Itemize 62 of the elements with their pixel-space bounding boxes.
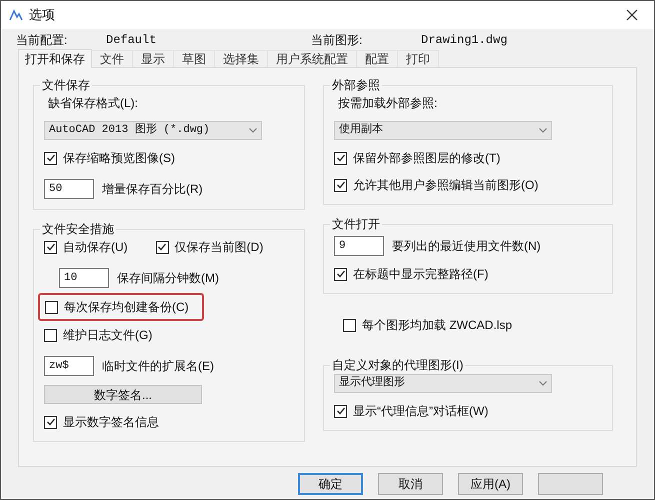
checkbox-label: 在标题中显示完整路径(F) (353, 266, 488, 283)
checkbox[interactable] (334, 178, 347, 192)
field-label: 临时文件的扩展名(E) (102, 358, 214, 375)
checkbox-label: 显示“代理信息”对话框(W) (353, 403, 488, 420)
group-title: 文件安全措施 (41, 221, 115, 238)
group-title: 外部参照 (331, 77, 381, 94)
input-field[interactable]: 10 (59, 268, 109, 288)
checkbox-label: 每次保存均创建备份(C) (64, 299, 189, 316)
checkbox-label: 保存缩略预览图像(S) (63, 150, 175, 167)
group-title: 文件保存 (41, 77, 91, 94)
drawing-label: 当前图形: (311, 32, 364, 49)
checkbox-label: 仅保存当前图(D) (174, 239, 264, 256)
checkbox-label: 允许其他用户参照编辑当前图形(O) (353, 177, 538, 194)
checkbox[interactable] (334, 268, 347, 280)
window-title: 选项 (29, 6, 55, 24)
checkbox-label: 每个图形均加载 ZWCAD.lsp (362, 317, 512, 334)
checkbox[interactable] (334, 152, 347, 164)
dropdown[interactable]: 使用副本 (334, 121, 552, 140)
tab[interactable]: 显示 (133, 50, 174, 67)
caret-icon (249, 128, 257, 133)
close-icon[interactable] (626, 9, 638, 21)
input-field[interactable]: 50 (44, 179, 94, 199)
checkbox[interactable] (343, 318, 356, 332)
tab[interactable]: 配置 (357, 50, 398, 67)
field-label: 按需加载外部参照: (337, 95, 438, 112)
dialog-button[interactable]: 取消 (378, 473, 443, 495)
input-field[interactable]: zw$ (44, 356, 94, 376)
tab[interactable]: 草图 (174, 50, 215, 67)
profile-label: 当前配置: (16, 32, 68, 49)
drawing-name: Drawing1.dwg (421, 32, 508, 49)
checkbox[interactable] (156, 240, 169, 254)
checkbox[interactable] (44, 240, 57, 254)
field-label: 保存间隔分钟数(M) (117, 270, 219, 287)
input-field[interactable]: 9 (334, 236, 384, 256)
checkbox-label: 自动保存(U) (63, 239, 128, 256)
tab[interactable]: 选择集 (215, 50, 268, 67)
checkbox[interactable] (44, 416, 57, 428)
tab[interactable]: 打印 (398, 50, 439, 67)
dialog-button[interactable]: 应用(A) (458, 473, 523, 495)
app-logo-icon (9, 9, 23, 21)
dialog-button[interactable]: 确定 (298, 473, 363, 495)
group-title: 文件打开 (331, 216, 381, 233)
checkbox-label: 维护日志文件(G) (63, 327, 152, 344)
tab[interactable]: 文件 (92, 50, 133, 67)
checkbox-label: 保留外部参照图层的修改(T) (353, 150, 500, 167)
profile-name: Default (106, 32, 158, 49)
field-label: 要列出的最近使用文件数(N) (392, 238, 541, 255)
field-label: 增量保存百分比(R) (102, 181, 203, 198)
caret-icon (539, 381, 547, 386)
checkbox[interactable] (44, 152, 57, 164)
checkbox[interactable] (334, 404, 347, 418)
caret-icon (539, 128, 547, 133)
tab[interactable]: 打开和保存 (18, 49, 92, 68)
field-label: 缺省保存格式(L): (47, 95, 139, 112)
checkbox[interactable] (45, 300, 58, 314)
checkbox[interactable] (44, 328, 57, 342)
signature-button[interactable]: 数字签名... (44, 385, 202, 404)
group-title: 自定义对象的代理图形(I) (331, 357, 464, 374)
checkbox-label: 显示数字签名信息 (63, 414, 159, 431)
dropdown[interactable]: AutoCAD 2013 图形 (*.dwg) (44, 121, 262, 140)
tab[interactable]: 用户系统配置 (268, 50, 357, 67)
dropdown[interactable]: 显示代理图形 (334, 374, 552, 393)
